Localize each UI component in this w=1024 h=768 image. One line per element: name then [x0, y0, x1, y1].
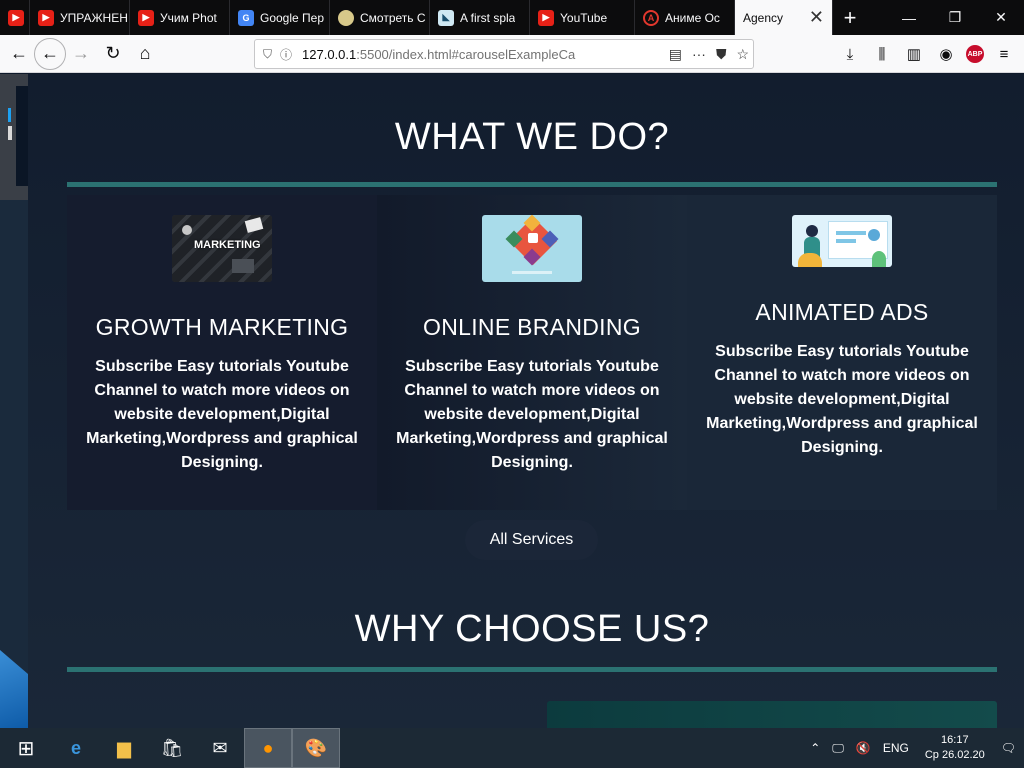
youtube-icon: ▶ — [138, 9, 154, 26]
minimize-button[interactable]: — — [886, 0, 932, 35]
nav-bar: ← ← → ↻ ⌂ ⛉ ⓘ 127.0.0.1:5500/index.html#… — [0, 35, 1024, 73]
youtube-icon: ▶ — [8, 9, 24, 26]
language-indicator[interactable]: ENG — [883, 741, 909, 755]
youtube-icon: ▶ — [538, 9, 554, 26]
back-button[interactable]: ← — [34, 37, 66, 70]
service-description: Subscribe Easy tutorials Youtube Channel… — [706, 343, 978, 456]
clock[interactable]: 16:17 Ср 26.02.20 — [925, 733, 985, 763]
section-title-what-we-do: WHAT WE DO? — [394, 116, 670, 158]
service-card-growth-marketing: MARKETING GROWTH MARKETING Subscribe Eas… — [67, 195, 377, 510]
tab-2[interactable]: ▶ Учим Phot — [130, 0, 230, 35]
adblock-icon[interactable]: ABP — [966, 45, 984, 63]
tab-label: Аниме Ос — [665, 10, 720, 25]
tab-label: Смотреть С — [360, 10, 426, 25]
library-icon[interactable]: ⫼ — [870, 39, 894, 69]
home-button[interactable]: ⌂ — [130, 39, 160, 69]
all-services-button[interactable]: All Services — [465, 520, 598, 560]
service-title: GROWTH MARKETING — [95, 314, 349, 340]
section-divider — [67, 182, 997, 187]
url-path: :5500/index.html#carouselExampleCa — [356, 46, 576, 62]
service-title: ONLINE BRANDING — [423, 314, 641, 340]
volume-muted-icon[interactable]: 🔇 — [856, 741, 871, 755]
new-tab-button[interactable]: + — [833, 0, 867, 35]
anime-icon — [338, 9, 354, 26]
service-description: Subscribe Easy tutorials Youtube Channel… — [396, 358, 668, 471]
tab-6[interactable]: ▶ YouTube — [530, 0, 635, 35]
services-cards: MARKETING GROWTH MARKETING Subscribe Eas… — [67, 195, 997, 510]
reader-mode-icon[interactable]: ▤ — [669, 46, 682, 63]
service-card-online-branding: ONLINE BRANDING Subscribe Easy tutorials… — [377, 195, 687, 510]
tab-4[interactable]: Смотреть С — [330, 0, 430, 35]
animated-ads-image — [792, 215, 892, 267]
store-icon[interactable]: 🛍 — [148, 728, 196, 768]
why-choose-us-panel — [547, 701, 997, 728]
tab-5[interactable]: ◣ A first spla — [430, 0, 530, 35]
google-translate-icon: G — [238, 9, 254, 26]
tab-0[interactable]: ▶ — [0, 0, 30, 35]
page-content: WHAT WE DO? MARKETING GROWTH MARKETING S… — [0, 74, 1024, 728]
service-title: ANIMATED ADS — [755, 299, 929, 325]
forward-button[interactable]: → — [66, 39, 96, 69]
info-icon[interactable]: ⓘ — [280, 46, 292, 63]
account-icon[interactable]: ◉ — [934, 39, 958, 69]
section-divider — [67, 667, 997, 672]
tab-1[interactable]: ▶ УПРАЖНЕН — [30, 0, 130, 35]
branding-image — [482, 215, 582, 282]
left-thumbnail — [0, 74, 28, 200]
download-icon[interactable]: ⤓ — [838, 39, 862, 69]
section-title-why-choose-us: WHY CHOOSE US? — [354, 608, 710, 650]
system-tray: ⌃ 🖵 🔇 ENG 16:17 Ср 26.02.20 🗨 — [804, 728, 1024, 768]
edge-icon[interactable]: e — [52, 728, 100, 768]
tab-bar: ▶ ▶ УПРАЖНЕН ▶ Учим Phot G Google Пер Смотр… — [0, 0, 1024, 35]
start-button[interactable]: ⊞ — [0, 728, 52, 768]
url-host: 127.0.0.1 — [302, 46, 357, 62]
close-tab-icon[interactable]: ✕ — [809, 7, 824, 28]
tab-label: Google Пер — [260, 10, 325, 25]
tab-label: YouTube — [560, 10, 608, 25]
marketing-image-text: MARKETING — [194, 239, 261, 251]
show-hidden-icons-icon[interactable]: ⌃ — [810, 741, 820, 755]
clock-date: Ср 26.02.20 — [924, 749, 985, 761]
mail-icon[interactable]: ✉ — [196, 728, 244, 768]
page-actions-icon[interactable]: ··· — [692, 46, 706, 63]
anime-site-icon: A — [643, 9, 659, 26]
bookmark-star-icon[interactable]: ☆ — [736, 46, 749, 63]
service-description: Subscribe Easy tutorials Youtube Channel… — [86, 358, 358, 471]
tab-label: Учим Phot — [160, 10, 217, 25]
menu-icon[interactable]: ≡ — [992, 39, 1016, 69]
tab-3[interactable]: G Google Пер — [230, 0, 330, 35]
sidebar-icon[interactable]: ▥ — [902, 39, 926, 69]
tab-label: Agency — [743, 10, 784, 25]
pocket-icon[interactable]: ⛊ — [716, 46, 727, 63]
back-arrow-icon[interactable]: ← — [4, 39, 34, 69]
restore-button[interactable]: ❐ — [932, 0, 978, 35]
tab-label: A first spla — [460, 10, 516, 25]
close-window-button[interactable]: ✕ — [978, 0, 1024, 35]
youtube-icon: ▶ — [38, 9, 54, 26]
notifications-icon[interactable]: 🗨 — [1001, 741, 1016, 755]
url-bar[interactable]: ⛉ ⓘ 127.0.0.1:5500/index.html#carouselEx… — [254, 39, 754, 69]
file-explorer-icon[interactable]: ▆ — [100, 728, 148, 768]
tab-label: УПРАЖНЕН — [60, 10, 128, 25]
shield-icon[interactable]: ⛉ — [263, 47, 272, 62]
taskbar: ⊞ e ▆ 🛍 ✉ ● 🎨 ⌃ 🖵 🔇 ENG 16:17 Ср 26.02.2… — [0, 728, 1024, 768]
clock-time: 16:17 — [941, 734, 969, 746]
reload-button[interactable]: ↻ — [98, 39, 128, 69]
tab-active-agency[interactable]: Agency ✕ — [735, 0, 833, 35]
url-text[interactable]: 127.0.0.1:5500/index.html#carouselExampl… — [302, 47, 602, 62]
network-icon[interactable]: 🖵 — [832, 741, 844, 756]
marketing-image: MARKETING — [172, 215, 272, 282]
tab-7[interactable]: A Аниме Ос — [635, 0, 735, 35]
bookmark-icon: ◣ — [438, 9, 454, 26]
paint-icon[interactable]: 🎨 — [292, 728, 340, 768]
service-card-animated-ads: ANIMATED ADS Subscribe Easy tutorials Yo… — [687, 195, 997, 510]
firefox-icon[interactable]: ● — [244, 728, 292, 768]
